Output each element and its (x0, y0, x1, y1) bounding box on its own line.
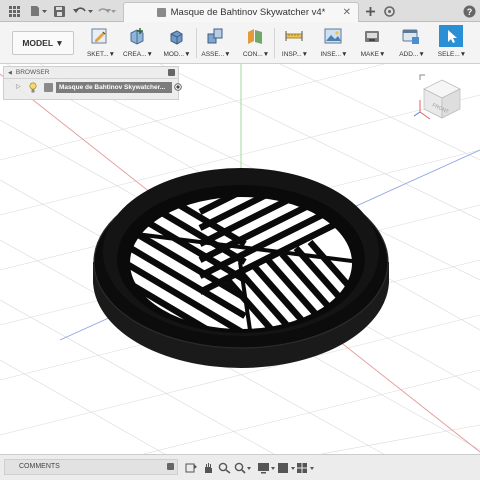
sketch-icon (91, 28, 107, 44)
redo-icon[interactable] (96, 4, 116, 18)
assemble-icon (207, 28, 223, 44)
modify-tool[interactable]: MOD...▼ (159, 25, 193, 61)
viewcube-z-axis (413, 111, 421, 117)
fusion360-window: Masque de Bahtinov Skywatcher v4* ✕ ? MO… (0, 0, 480, 480)
create-icon (130, 28, 144, 45)
document-tab-title: Masque de Bahtinov Skywatcher v4* (170, 7, 326, 18)
construct-icon (248, 29, 262, 44)
pan-icon[interactable] (202, 462, 214, 474)
ribbon-toolbar: MODEL ▼ SKET...▼ CREA...▼ MOD...▼ ASSE..… (0, 22, 480, 64)
insert-tool[interactable]: INSE...▼ (316, 25, 350, 61)
expand-arrow-icon[interactable]: ▷ (16, 83, 21, 90)
insert-label: INSE...▼ (320, 51, 348, 58)
modify-icon (170, 30, 183, 45)
close-tab-button[interactable]: ✕ (343, 7, 351, 18)
select-tool[interactable]: SELE...▼ (434, 25, 468, 61)
browser-panel: ◀ BROWSER ▷ Masque de Bahtinov Skywatche… (3, 66, 182, 100)
sketch-tool[interactable]: SKET...▼ (83, 25, 117, 61)
visibility-bulb-icon[interactable] (29, 82, 37, 94)
help-icon[interactable]: ? (462, 4, 476, 18)
comments-pin-icon[interactable] (167, 463, 174, 470)
insert-icon (324, 28, 342, 44)
addins-tool[interactable]: ADD...▼ (394, 25, 428, 61)
inspect-tool[interactable]: INSP...▼ (277, 25, 311, 61)
viewcube[interactable]: FRONT (412, 72, 472, 132)
grid-menu-icon[interactable] (8, 4, 20, 18)
file-icon[interactable] (29, 4, 47, 18)
orbit-icon[interactable] (184, 462, 198, 474)
assemble-label: ASSE...▼ (201, 51, 231, 58)
collapse-triangle-icon[interactable]: ◀ (8, 70, 12, 76)
assemble-tool[interactable]: ASSE...▼ (198, 25, 232, 61)
bottom-bar: COMMENTS (0, 454, 480, 480)
addins-label: ADD...▼ (399, 51, 425, 58)
browser-header[interactable]: ◀ BROWSER (4, 67, 178, 79)
activate-radio-icon[interactable] (174, 83, 182, 91)
workspace-switcher[interactable]: MODEL ▼ (12, 31, 74, 55)
make-label: MAKE▼ (360, 51, 386, 58)
comments-label: COMMENTS (19, 463, 60, 470)
save-icon[interactable] (53, 4, 65, 18)
construct-label: CON...▼ (242, 51, 270, 58)
inspect-icon (285, 31, 303, 41)
document-node-icon (44, 83, 53, 92)
home-view-icon (419, 74, 425, 80)
display-icon[interactable] (258, 462, 276, 474)
new-tab-icon[interactable] (364, 4, 376, 18)
document-tab[interactable]: Masque de Bahtinov Skywatcher v4* ✕ (123, 2, 359, 22)
zoom-icon[interactable] (218, 462, 232, 474)
browser-root-node[interactable]: ▷ Masque de Bahtinov Skywatcher... (4, 79, 182, 97)
undo-icon[interactable] (72, 4, 94, 18)
tab-bar: Masque de Bahtinov Skywatcher v4* ✕ ? (0, 0, 480, 22)
svg-text:?: ? (466, 7, 472, 17)
construct-tool[interactable]: CON...▼ (238, 25, 272, 61)
canvas-viewport[interactable]: ◀ BROWSER ▷ Masque de Bahtinov Skywatche… (0, 64, 480, 454)
addins-icon (402, 29, 419, 44)
create-tool[interactable]: CREA...▼ (120, 25, 154, 61)
make-tool[interactable]: MAKE▼ (355, 25, 389, 61)
select-label: SELE...▼ (437, 51, 467, 58)
pin-icon[interactable] (168, 69, 175, 76)
comments-panel[interactable]: COMMENTS (4, 459, 178, 475)
create-label: CREA...▼ (123, 51, 153, 58)
modify-label: MOD...▼ (163, 51, 191, 58)
browser-title: BROWSER (15, 69, 50, 76)
viewports-icon[interactable] (297, 462, 315, 474)
document-icon (156, 8, 166, 17)
inspect-label: INSP...▼ (281, 51, 309, 58)
make-icon (365, 31, 379, 42)
job-status-icon[interactable] (383, 4, 395, 18)
fit-icon[interactable] (234, 462, 252, 474)
select-icon (439, 25, 463, 47)
browser-root-label[interactable]: Masque de Bahtinov Skywatcher... (56, 82, 172, 93)
model-scene (0, 64, 480, 454)
grid-icon[interactable] (278, 462, 296, 474)
